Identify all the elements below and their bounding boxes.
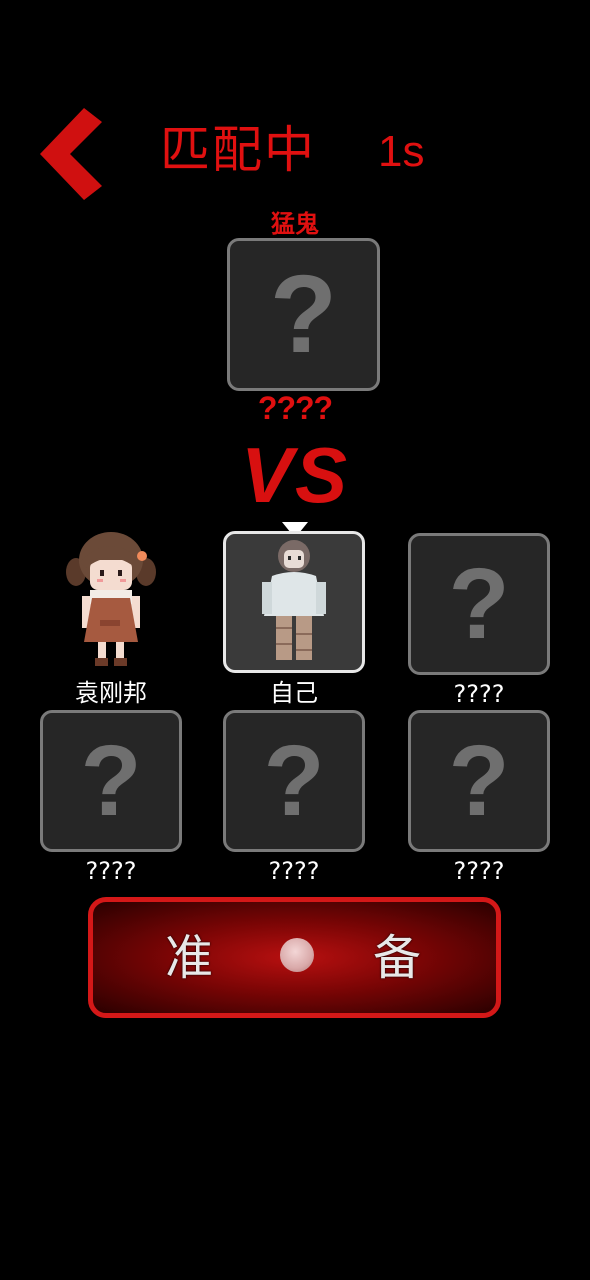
girl-character-avatar <box>66 532 156 666</box>
player-slot-5: ? <box>223 710 365 852</box>
self-character-avatar <box>262 540 326 660</box>
vs-label: VS <box>240 431 350 519</box>
player-name-1: 袁刚邦 <box>75 679 147 707</box>
ready-button[interactable]: 准 备 <box>88 897 501 1018</box>
ready-button-label-left: 准 <box>165 930 214 986</box>
player-name-4: ???? <box>85 857 137 885</box>
unknown-question-icon: ? <box>263 725 325 837</box>
unknown-question-icon: ? <box>448 725 510 837</box>
player-name-6: ???? <box>453 857 505 885</box>
player-slot-3: ? <box>408 533 550 675</box>
unknown-question-icon: ? <box>80 725 142 837</box>
ready-status-dot-icon <box>280 938 314 972</box>
hunter-name: ???? <box>257 390 333 426</box>
player-slot-4: ? <box>40 710 182 852</box>
hunter-role-label: 猛鬼 <box>271 210 319 238</box>
player-name-self: 自己 <box>270 679 318 707</box>
ready-button-label-right: 备 <box>373 930 422 986</box>
hunter-slot: ? <box>227 238 380 391</box>
player-name-3: ???? <box>453 680 505 708</box>
player-slot-self[interactable] <box>223 531 365 673</box>
player-slot-6: ? <box>408 710 550 852</box>
unknown-question-icon: ? <box>269 252 338 376</box>
page-title: 匹配中 <box>160 121 316 179</box>
player-name-5: ???? <box>268 857 320 885</box>
player-slot-1 <box>40 530 182 672</box>
back-chevron-icon[interactable] <box>40 108 104 200</box>
unknown-question-icon: ? <box>448 548 510 660</box>
match-timer: 1s <box>378 127 425 176</box>
